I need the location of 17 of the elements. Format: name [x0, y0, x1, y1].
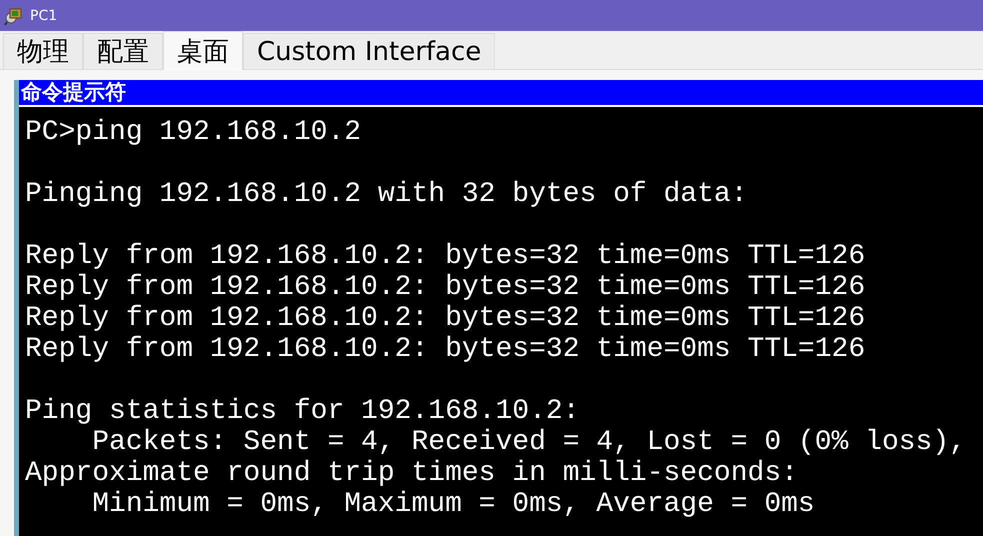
terminal-line: Minimum = 0ms, Maximum = 0ms, Average = 0ms — [91, 489, 816, 520]
computer-icon — [4, 6, 24, 26]
tab[interactable]: Custom Interface — [243, 33, 496, 69]
terminal-line: Reply from 192.168.10.2: bytes=32 time=0ms TTL=126 — [25, 241, 866, 272]
terminal-line: PC>ping 192.168.10.2 — [25, 117, 362, 148]
tab[interactable]: 桌面 — [163, 31, 243, 70]
terminal-line: Packets: Sent = 4, Received = 4, Lost = 0 (0% loss), — [91, 427, 967, 458]
tab[interactable]: 物理 — [3, 33, 83, 69]
tab[interactable]: 配置 — [83, 33, 163, 69]
terminal-line: Reply from 192.168.10.2: bytes=32 time=0ms TTL=126 — [25, 303, 866, 334]
terminal-line: Reply from 192.168.10.2: bytes=32 time=0ms TTL=126 — [25, 334, 866, 365]
command-prompt-title: 命令提示符 — [19, 80, 983, 105]
terminal-line: Approximate round trip times in milli-seconds: — [25, 458, 799, 489]
terminal-line: Reply from 192.168.10.2: bytes=32 time=0ms TTL=126 — [25, 272, 866, 303]
window-title: PC1 — [30, 8, 58, 24]
terminal-line: Ping statistics for 192.168.10.2: — [25, 396, 580, 427]
terminal-line: Pinging 192.168.10.2 with 32 bytes of data: — [25, 179, 749, 210]
